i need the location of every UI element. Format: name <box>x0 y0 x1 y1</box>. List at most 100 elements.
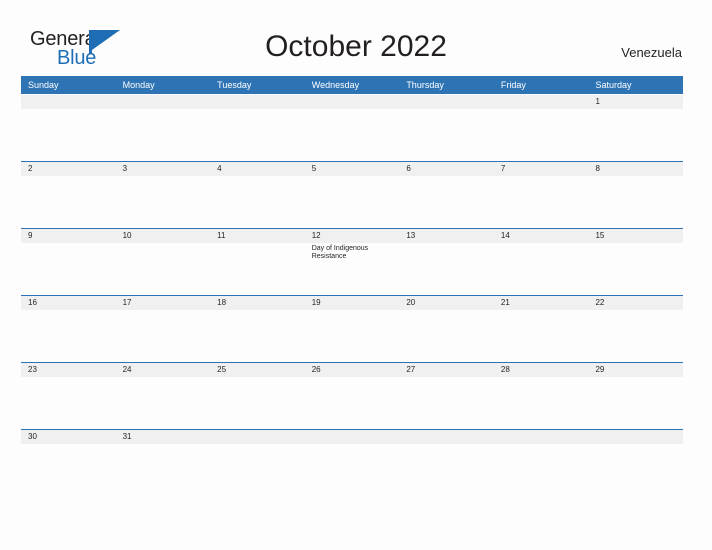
day-number[interactable]: 29 <box>588 363 683 377</box>
day-cell[interactable] <box>116 176 211 228</box>
day-cell[interactable] <box>399 109 494 161</box>
week-event-band <box>21 310 683 362</box>
day-cell[interactable] <box>116 109 211 161</box>
day-cell[interactable] <box>21 377 116 429</box>
day-cell[interactable] <box>399 377 494 429</box>
day-number[interactable] <box>21 95 116 109</box>
day-number[interactable]: 19 <box>305 296 400 310</box>
day-cell[interactable] <box>494 109 589 161</box>
day-number[interactable]: 18 <box>210 296 305 310</box>
day-number[interactable]: 27 <box>399 363 494 377</box>
day-cell[interactable]: Day of Indigenous Resistance <box>305 243 400 295</box>
day-cell[interactable] <box>21 109 116 161</box>
calendar-page: General Blue October 2022 Venezuela Sund… <box>0 0 712 550</box>
day-cell[interactable] <box>21 310 116 362</box>
day-cell[interactable] <box>494 444 589 496</box>
day-cell[interactable] <box>494 310 589 362</box>
day-number[interactable]: 9 <box>21 229 116 243</box>
weekday-header-saturday: Saturday <box>595 80 632 90</box>
day-cell[interactable] <box>210 310 305 362</box>
calendar-week-row: 30 31 <box>21 429 683 496</box>
day-number[interactable]: 21 <box>494 296 589 310</box>
day-cell[interactable] <box>210 243 305 295</box>
day-number[interactable] <box>494 95 589 109</box>
day-number[interactable]: 24 <box>116 363 211 377</box>
day-cell[interactable] <box>116 310 211 362</box>
day-cell[interactable] <box>305 310 400 362</box>
day-number[interactable]: 30 <box>21 430 116 444</box>
calendar-week-row: 1 <box>21 94 683 161</box>
day-number[interactable] <box>588 430 683 444</box>
day-number[interactable] <box>399 95 494 109</box>
day-number[interactable]: 2 <box>21 162 116 176</box>
day-number[interactable]: 1 <box>588 95 683 109</box>
day-cell[interactable] <box>305 377 400 429</box>
day-number[interactable]: 7 <box>494 162 589 176</box>
day-cell[interactable] <box>21 243 116 295</box>
day-cell[interactable] <box>494 377 589 429</box>
week-event-band <box>21 109 683 161</box>
day-number[interactable] <box>305 95 400 109</box>
day-number[interactable]: 13 <box>399 229 494 243</box>
day-cell[interactable] <box>116 377 211 429</box>
day-cell[interactable] <box>21 444 116 496</box>
day-number[interactable]: 3 <box>116 162 211 176</box>
day-cell[interactable] <box>21 176 116 228</box>
day-cell[interactable] <box>305 444 400 496</box>
day-number[interactable]: 6 <box>399 162 494 176</box>
day-cell[interactable] <box>399 243 494 295</box>
day-number[interactable] <box>116 95 211 109</box>
day-cell[interactable] <box>116 444 211 496</box>
day-number[interactable]: 8 <box>588 162 683 176</box>
day-cell[interactable] <box>210 377 305 429</box>
day-cell[interactable] <box>399 444 494 496</box>
day-number[interactable]: 14 <box>494 229 589 243</box>
day-number[interactable]: 4 <box>210 162 305 176</box>
day-cell[interactable] <box>116 243 211 295</box>
day-cell[interactable] <box>588 243 683 295</box>
day-number[interactable] <box>210 430 305 444</box>
day-number[interactable]: 31 <box>116 430 211 444</box>
day-number[interactable] <box>210 95 305 109</box>
day-cell[interactable] <box>399 310 494 362</box>
day-cell[interactable] <box>588 176 683 228</box>
day-number[interactable] <box>399 430 494 444</box>
day-cell[interactable] <box>305 109 400 161</box>
day-cell[interactable] <box>588 377 683 429</box>
day-number[interactable]: 28 <box>494 363 589 377</box>
week-date-band: 23 24 25 26 27 28 29 <box>21 363 683 377</box>
weekday-header-tuesday: Tuesday <box>217 80 252 90</box>
day-number[interactable] <box>494 430 589 444</box>
week-date-band: 2 3 4 5 6 7 8 <box>21 162 683 176</box>
day-number[interactable]: 17 <box>116 296 211 310</box>
day-cell[interactable] <box>588 109 683 161</box>
week-event-band <box>21 176 683 228</box>
day-number[interactable]: 23 <box>21 363 116 377</box>
day-number[interactable]: 26 <box>305 363 400 377</box>
day-cell[interactable] <box>588 310 683 362</box>
day-cell[interactable] <box>305 176 400 228</box>
day-cell[interactable] <box>210 109 305 161</box>
day-number[interactable]: 20 <box>399 296 494 310</box>
day-cell[interactable] <box>494 176 589 228</box>
day-number[interactable]: 22 <box>588 296 683 310</box>
day-number[interactable]: 15 <box>588 229 683 243</box>
day-cell[interactable] <box>399 176 494 228</box>
event-text: Day of Indigenous Resistance <box>311 245 369 261</box>
day-cell[interactable] <box>210 176 305 228</box>
day-cell[interactable] <box>588 444 683 496</box>
day-number[interactable]: 16 <box>21 296 116 310</box>
weekday-header-row: Sunday Monday Tuesday Wednesday Thursday… <box>21 76 683 94</box>
day-cell[interactable] <box>210 444 305 496</box>
day-number[interactable]: 5 <box>305 162 400 176</box>
day-number[interactable]: 10 <box>116 229 211 243</box>
week-event-band <box>21 377 683 429</box>
day-number[interactable]: 11 <box>210 229 305 243</box>
day-number[interactable] <box>305 430 400 444</box>
day-number[interactable]: 12 <box>305 229 400 243</box>
page-header: General Blue October 2022 Venezuela <box>0 0 712 76</box>
week-date-band: 1 <box>21 95 683 109</box>
day-number[interactable]: 25 <box>210 363 305 377</box>
day-cell[interactable] <box>494 243 589 295</box>
calendar-week-row: 23 24 25 26 27 28 29 <box>21 362 683 429</box>
